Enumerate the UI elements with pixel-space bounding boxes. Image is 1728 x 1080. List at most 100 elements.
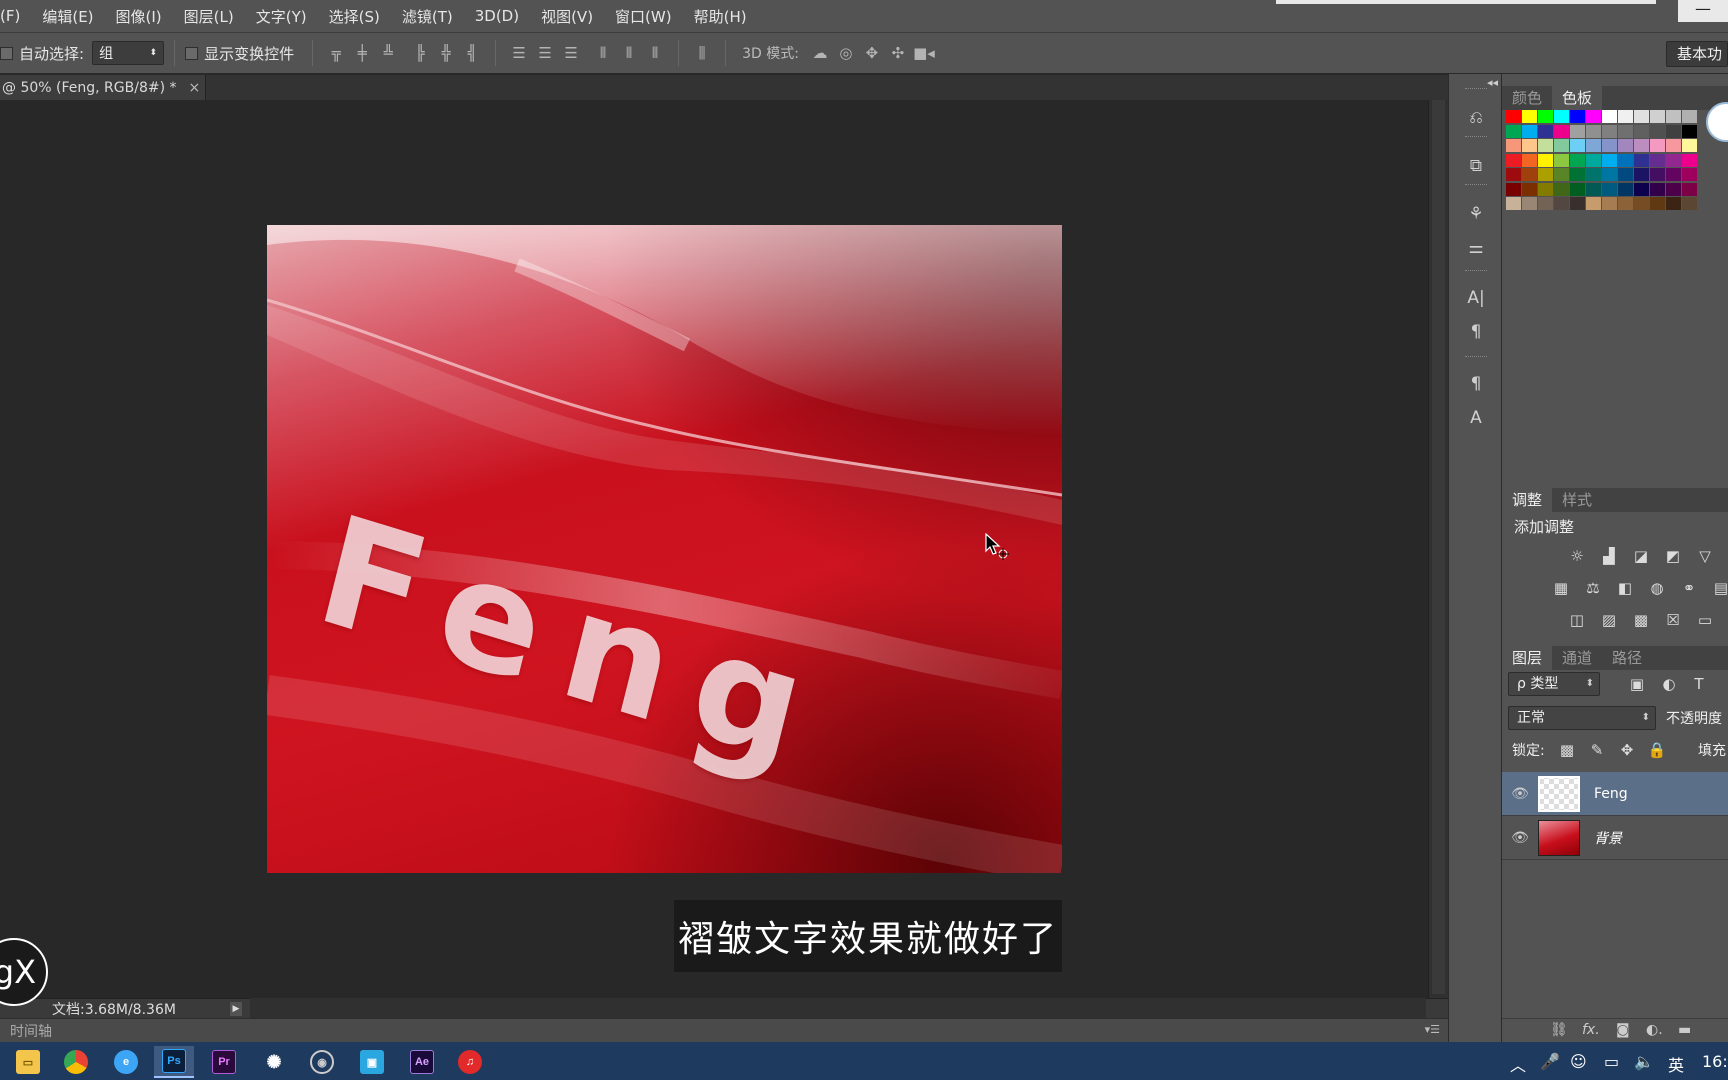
color-swatch[interactable] bbox=[1666, 124, 1681, 138]
history-icon[interactable]: ⎌ bbox=[1461, 104, 1491, 132]
menu-image[interactable]: 图像(I) bbox=[105, 6, 173, 27]
filter-type-icon[interactable]: T bbox=[1688, 674, 1710, 694]
color-swatch[interactable] bbox=[1602, 168, 1617, 181]
color-swatch[interactable] bbox=[1554, 197, 1569, 210]
color-swatch[interactable] bbox=[1570, 168, 1585, 181]
brush-panel-icon[interactable]: ⚘ bbox=[1461, 200, 1491, 228]
color-swatch[interactable] bbox=[1506, 197, 1521, 210]
menu-file[interactable]: (F) bbox=[0, 7, 31, 25]
tab-adjustments[interactable]: 调整 bbox=[1502, 488, 1553, 512]
paragraph-icon[interactable]: ¶ bbox=[1461, 318, 1491, 346]
color-swatch[interactable] bbox=[1602, 153, 1617, 167]
color-swatch[interactable] bbox=[1586, 139, 1601, 152]
color-swatch[interactable] bbox=[1650, 182, 1665, 196]
color-swatch[interactable] bbox=[1506, 124, 1521, 138]
qq-icon[interactable]: ☺ bbox=[1570, 1052, 1587, 1071]
distribute-hcenter-icon[interactable]: ⫴ bbox=[616, 40, 642, 66]
color-swatch[interactable] bbox=[1586, 124, 1601, 138]
vertical-scrollbar[interactable] bbox=[1428, 100, 1448, 998]
auto-select-dropdown[interactable]: 组 ⬍ bbox=[92, 41, 165, 65]
align-hcenter-icon[interactable]: ╬ bbox=[433, 40, 459, 66]
taskbar-premiere[interactable]: Pr bbox=[204, 1046, 244, 1078]
color-swatch[interactable] bbox=[1506, 168, 1521, 181]
menu-edit[interactable]: 编辑(E) bbox=[31, 6, 104, 27]
lock-transparent-icon[interactable]: ▩ bbox=[1556, 740, 1578, 760]
color-swatch[interactable] bbox=[1650, 168, 1665, 181]
color-swatch[interactable] bbox=[1586, 168, 1601, 181]
lock-all-icon[interactable]: 🔒 bbox=[1646, 740, 1668, 760]
clock[interactable]: 16: bbox=[1702, 1052, 1728, 1071]
color-swatch[interactable] bbox=[1666, 110, 1681, 123]
tab-styles[interactable]: 样式 bbox=[1552, 488, 1602, 512]
color-swatch[interactable] bbox=[1650, 110, 1665, 123]
color-swatch[interactable] bbox=[1522, 168, 1537, 181]
taskbar-netease[interactable]: ♫ bbox=[450, 1046, 490, 1078]
3d-panel-icon[interactable]: ⧉ bbox=[1461, 152, 1491, 180]
menu-layer[interactable]: 图层(L) bbox=[173, 6, 245, 27]
color-swatch[interactable] bbox=[1522, 182, 1537, 196]
paragraph-style-icon[interactable]: ¶ bbox=[1461, 370, 1491, 398]
color-swatch[interactable] bbox=[1682, 182, 1697, 196]
color-swatch[interactable] bbox=[1538, 182, 1553, 196]
3d-slide-icon[interactable]: ✣ bbox=[885, 40, 911, 66]
adjustment-layer-icon[interactable]: ◐. bbox=[1646, 1022, 1663, 1038]
color-swatch[interactable] bbox=[1634, 197, 1649, 210]
lock-pixels-icon[interactable]: ✎ bbox=[1586, 740, 1608, 760]
3d-rotate-icon[interactable]: ☁ bbox=[807, 40, 833, 66]
panel-menu-icon[interactable]: ▾☰ bbox=[1425, 1023, 1440, 1036]
color-swatch[interactable] bbox=[1618, 139, 1633, 152]
color-swatch[interactable] bbox=[1570, 124, 1585, 138]
color-swatch[interactable] bbox=[1602, 139, 1617, 152]
align-right-icon[interactable]: ╣ bbox=[459, 40, 485, 66]
workspace-button[interactable]: 基本功 bbox=[1666, 41, 1728, 67]
brightness-icon[interactable]: ☼ bbox=[1566, 546, 1588, 566]
color-swatch[interactable] bbox=[1666, 139, 1681, 152]
scroll-thumb[interactable] bbox=[1432, 100, 1445, 994]
color-swatch[interactable] bbox=[1586, 153, 1601, 167]
color-swatch[interactable] bbox=[1506, 153, 1521, 167]
minimize-button[interactable]: — bbox=[1678, 0, 1728, 22]
color-swatch[interactable] bbox=[1634, 110, 1649, 123]
color-lookup-icon[interactable]: ▤ bbox=[1710, 578, 1728, 598]
color-swatch[interactable] bbox=[1522, 153, 1537, 167]
color-swatch[interactable] bbox=[1570, 110, 1585, 123]
distribute-right-icon[interactable]: ⫴ bbox=[642, 40, 668, 66]
dock-grip[interactable] bbox=[1465, 270, 1487, 272]
tab-layers[interactable]: 图层 bbox=[1502, 646, 1553, 670]
color-swatch[interactable] bbox=[1538, 197, 1553, 210]
color-balance-icon[interactable]: ⚖ bbox=[1582, 578, 1604, 598]
color-swatch[interactable] bbox=[1666, 168, 1681, 181]
color-swatch[interactable] bbox=[1634, 153, 1649, 167]
lock-position-icon[interactable]: ✥ bbox=[1616, 740, 1638, 760]
tab-channels[interactable]: 通道 bbox=[1552, 646, 1602, 670]
selective-color-icon[interactable]: ☒ bbox=[1662, 610, 1684, 630]
microphone-icon[interactable]: 🎤 bbox=[1540, 1052, 1560, 1071]
color-swatch[interactable] bbox=[1554, 168, 1569, 181]
properties-icon[interactable]: ⚌ bbox=[1461, 234, 1491, 262]
3d-scale-icon[interactable]: ■◂ bbox=[911, 40, 937, 66]
menu-help[interactable]: 帮助(H) bbox=[683, 6, 758, 27]
color-swatch[interactable] bbox=[1618, 182, 1633, 196]
align-vcenter-icon[interactable]: ╪ bbox=[349, 40, 375, 66]
color-swatch[interactable] bbox=[1650, 139, 1665, 152]
color-swatch[interactable] bbox=[1650, 153, 1665, 167]
color-swatch[interactable] bbox=[1554, 182, 1569, 196]
color-swatch[interactable] bbox=[1666, 153, 1681, 167]
color-swatch[interactable] bbox=[1666, 182, 1681, 196]
hue-sat-icon[interactable]: ▦ bbox=[1550, 578, 1572, 598]
color-swatch[interactable] bbox=[1570, 153, 1585, 167]
color-swatch[interactable] bbox=[1538, 139, 1553, 152]
filter-adjust-icon[interactable]: ◐ bbox=[1658, 674, 1680, 694]
color-swatch[interactable] bbox=[1538, 110, 1553, 123]
color-swatch[interactable] bbox=[1538, 168, 1553, 181]
distribute-top-icon[interactable]: ☰ bbox=[506, 40, 532, 66]
document-tab[interactable]: @ 50% (Feng, RGB/8#) * × bbox=[0, 75, 206, 100]
eye-icon[interactable]: 👁 bbox=[1502, 786, 1538, 802]
color-swatch[interactable] bbox=[1634, 168, 1649, 181]
vibrance-icon[interactable]: ▽ bbox=[1694, 546, 1716, 566]
color-swatch[interactable] bbox=[1602, 197, 1617, 210]
dock-grip[interactable] bbox=[1465, 88, 1487, 90]
link-icon[interactable]: ⛓ bbox=[1550, 1022, 1568, 1038]
menu-window[interactable]: 窗口(W) bbox=[604, 6, 683, 27]
threshold-icon[interactable]: ▩ bbox=[1630, 610, 1652, 630]
